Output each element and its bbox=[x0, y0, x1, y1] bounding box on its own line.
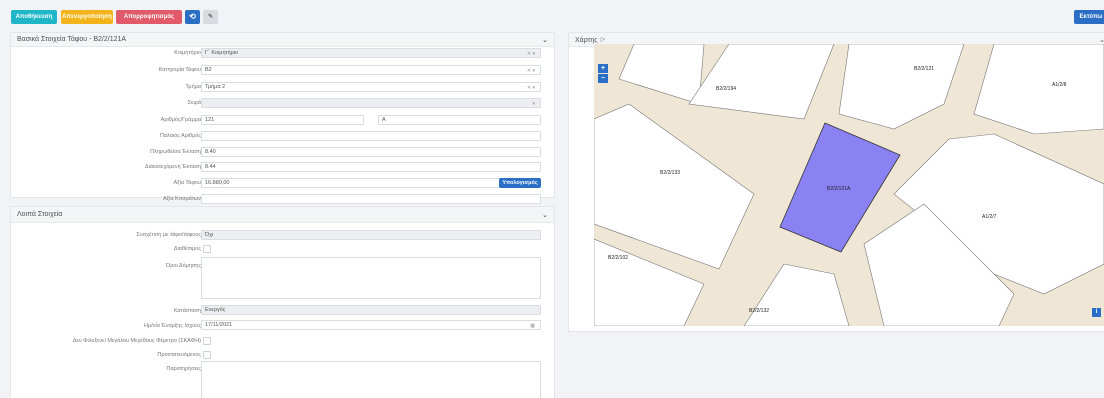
parcel-label: Β2/2/133 bbox=[660, 170, 680, 176]
category-select[interactable]: Β2 ✕ ▾ bbox=[201, 65, 541, 75]
number-input[interactable]: 121 bbox=[201, 115, 364, 125]
print-button[interactable]: Εκτύπω bbox=[1074, 10, 1104, 24]
terms-label: Όροι Δόμησης bbox=[166, 263, 201, 269]
occupied-area-label: Διακατεχόμενη Έκταση bbox=[144, 164, 201, 170]
edit-button[interactable]: ✎ bbox=[203, 10, 218, 24]
clear-select-icon[interactable]: ✕ ▾ bbox=[527, 50, 535, 57]
calculate-button[interactable]: Υπολογισμός bbox=[499, 178, 541, 188]
chevron-down-icon[interactable]: ⌄ bbox=[542, 36, 548, 44]
parcel-label: Β2/2/121 bbox=[914, 66, 934, 72]
other-info-panel: Λοιπά Στοιχεία ⌄ Συσχέτιση με τάφο/τάφου… bbox=[10, 206, 555, 398]
parcel-shape[interactable] bbox=[688, 44, 835, 120]
pencil-icon: ✎ bbox=[207, 14, 214, 20]
parcel-shape[interactable] bbox=[838, 44, 965, 130]
clear-select-icon[interactable]: ✕ ▾ bbox=[527, 84, 535, 91]
parcel-label: Α1/2/8 bbox=[1052, 82, 1067, 88]
clear-select-icon[interactable]: ✕ ▾ bbox=[527, 67, 535, 74]
chevron-down-icon[interactable]: ⌄ bbox=[1099, 36, 1104, 44]
map-title: Χάρτης ⟳ bbox=[575, 37, 606, 44]
sealed-area-label: Πληρωθείσα Έκταση bbox=[150, 149, 201, 155]
start-date-input[interactable]: 17/11/2021 ▦ bbox=[201, 320, 541, 330]
heavy-coffin-checkbox[interactable] bbox=[203, 337, 211, 345]
calendar-icon[interactable]: ▦ bbox=[530, 322, 535, 329]
row-label: Σειρά bbox=[187, 100, 201, 106]
refresh-icon[interactable]: ⟳ bbox=[600, 37, 606, 44]
relation-label: Συσχέτιση με τάφο/τάφους bbox=[136, 232, 201, 238]
number-label: Αριθμός/Γράμμα bbox=[160, 117, 201, 123]
parcel-label: Β2/2/194 bbox=[716, 86, 736, 92]
heavy-coffin-label: Δεν Φιλοξενεί Μεγάλου Μεγέθους Φέρετρο (… bbox=[72, 338, 201, 344]
old-number-label: Παλαιός Αριθμός bbox=[159, 133, 201, 139]
basic-info-panel: Βασικά Στοιχεία Τάφου - Β2/2/121Α ⌄ Κοιμ… bbox=[10, 32, 555, 204]
zoom-in-button[interactable]: + bbox=[598, 64, 608, 73]
map-canvas[interactable]: Β2/2/121 Α1/2/8 Β2/2/194 Β2/2/133 Β2/2/1… bbox=[594, 44, 1104, 326]
status-label: Κατάσταση bbox=[173, 308, 201, 314]
start-date-label: Ημ/νία Έναρξης Ισχύος bbox=[144, 323, 201, 329]
toolbar: Αποθήκευση Απενεργοποίηση Απορροφητισμός… bbox=[0, 0, 1104, 28]
grave-value-label: Αξία Τάφου bbox=[173, 180, 201, 186]
status-input[interactable]: Ενεργός bbox=[201, 305, 541, 315]
chevron-down-icon[interactable]: ⌄ bbox=[542, 211, 548, 219]
parcel-label: Α1/2/7 bbox=[982, 214, 997, 220]
section-select[interactable]: Τμήμα 2 ✕ ▾ bbox=[201, 82, 541, 92]
cemetery-label: Κοιμητήριο bbox=[174, 50, 201, 56]
parcel-shape[interactable] bbox=[973, 44, 1104, 135]
parcel-label: Β2/2/121Α bbox=[827, 186, 851, 192]
letter-input[interactable]: Α bbox=[378, 115, 541, 125]
decline-button[interactable]: Απορροφητισμός bbox=[116, 10, 182, 24]
protected-checkbox[interactable] bbox=[203, 351, 211, 359]
other-info-header[interactable]: Λοιπά Στοιχεία ⌄ bbox=[11, 207, 554, 223]
other-info-title: Λοιπά Στοιχεία bbox=[17, 211, 63, 218]
available-checkbox[interactable] bbox=[203, 245, 211, 253]
cemetery-select[interactable]: Γ΄ Κοιμητήριο ✕ ▾ bbox=[201, 48, 541, 58]
basic-info-header[interactable]: Βασικά Στοιχεία Τάφου - Β2/2/121Α ⌄ bbox=[11, 33, 554, 47]
parcel-label: Β2/2/132 bbox=[749, 308, 769, 314]
terms-textarea[interactable] bbox=[201, 257, 541, 299]
undo-button[interactable]: ⟲ bbox=[185, 10, 200, 24]
grave-value-input[interactable]: 16.880,00 bbox=[201, 178, 501, 188]
row-select[interactable]: ▾ bbox=[201, 98, 541, 108]
monuments-label: Αξία Κτισμάτων bbox=[162, 196, 201, 202]
deactivate-button[interactable]: Απενεργοποίηση bbox=[61, 10, 113, 24]
parcel-shape[interactable] bbox=[618, 44, 705, 105]
zoom-out-button[interactable]: − bbox=[598, 74, 608, 83]
old-number-input[interactable] bbox=[201, 131, 541, 141]
sealed-area-input[interactable]: 8.40 bbox=[201, 147, 541, 157]
undo-icon: ⟲ bbox=[189, 12, 196, 21]
available-label: Διαθέσιμος bbox=[173, 246, 201, 252]
basic-info-title: Βασικά Στοιχεία Τάφου - Β2/2/121Α bbox=[17, 36, 127, 43]
occupied-area-input[interactable]: 8.44 bbox=[201, 162, 541, 172]
parcel-shape[interactable] bbox=[594, 103, 755, 270]
parcel-label: Β2/2/102 bbox=[608, 255, 628, 261]
protected-label: Προστατευόμενος bbox=[157, 352, 201, 358]
category-label: Κατηγορία Τάφου bbox=[158, 67, 201, 73]
save-button[interactable]: Αποθήκευση bbox=[11, 10, 57, 24]
parcel-shape[interactable] bbox=[743, 263, 850, 326]
relation-input[interactable]: Όχι bbox=[201, 230, 541, 240]
monuments-input[interactable] bbox=[201, 194, 541, 204]
section-label: Τμήμα bbox=[185, 84, 201, 90]
notes-textarea[interactable] bbox=[201, 361, 541, 398]
chevron-down-icon[interactable]: ▾ bbox=[532, 100, 535, 107]
map-svg: Β2/2/121 Α1/2/8 Β2/2/194 Β2/2/133 Β2/2/1… bbox=[594, 44, 1104, 326]
notes-label: Παρατηρήσεις bbox=[166, 366, 201, 372]
info-icon[interactable]: i bbox=[1092, 308, 1101, 317]
